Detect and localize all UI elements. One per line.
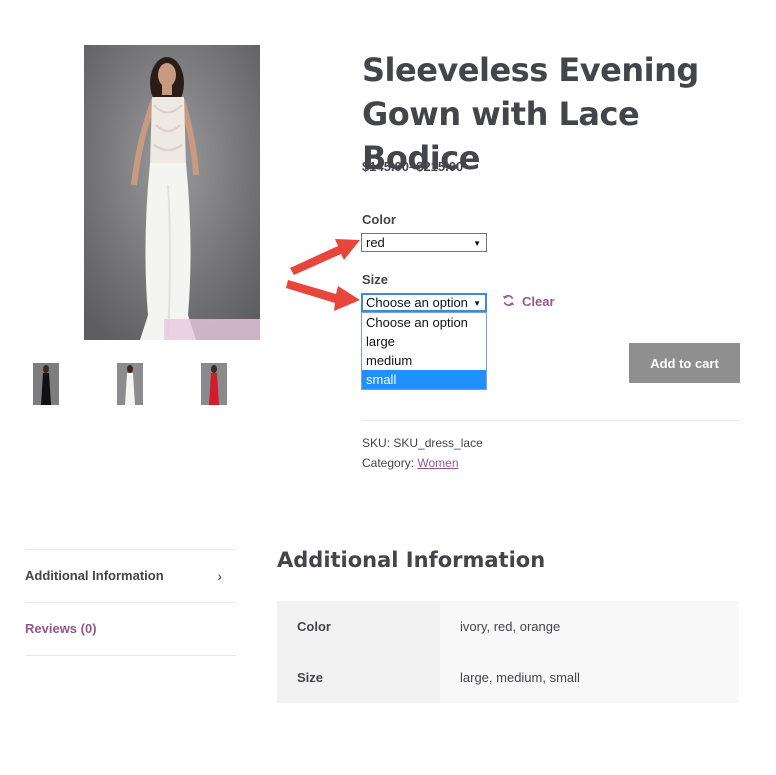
product-price: $145.00–$215.00 [362, 159, 464, 174]
size-option[interactable]: medium [362, 351, 486, 370]
section-title: Additional Information [277, 548, 546, 572]
category-link[interactable]: Women [417, 456, 458, 470]
chevron-right-icon: › [217, 568, 222, 584]
product-main-image[interactable] [84, 45, 260, 340]
size-select[interactable]: Choose an option ▼ [361, 293, 487, 312]
color-label: Color [362, 212, 396, 227]
size-options-list: Choose an option large medium small [361, 312, 487, 390]
refresh-icon [502, 294, 515, 309]
tab-additional-information[interactable]: Additional Information › [25, 568, 236, 584]
add-to-cart-button[interactable]: Add to cart [629, 343, 740, 383]
clear-label: Clear [522, 294, 555, 309]
divider [25, 655, 236, 656]
divider [25, 549, 236, 550]
size-select-value: Choose an option [366, 295, 468, 310]
size-option[interactable]: Choose an option [362, 313, 486, 332]
tab-reviews[interactable]: Reviews (0) [25, 621, 236, 636]
attribute-name: Size [277, 652, 440, 703]
size-option-highlighted[interactable]: small [362, 370, 486, 389]
table-row: Color ivory, red, orange [277, 601, 739, 652]
color-select[interactable]: red ▼ [361, 233, 487, 252]
attribute-name: Color [277, 601, 440, 652]
thumbnail-red-dress[interactable] [201, 363, 227, 405]
thumbnail-black-dress[interactable] [33, 363, 59, 405]
sku-value: SKU_dress_lace [393, 436, 483, 450]
attribute-value: large, medium, small [440, 652, 739, 703]
tab-label: Additional Information [25, 568, 164, 583]
category-label: Category: [362, 456, 415, 470]
thumbnail-white-dress[interactable] [117, 363, 143, 405]
attributes-table: Color ivory, red, orange Size large, med… [277, 601, 739, 703]
category-line: Category: Women [362, 456, 459, 470]
color-select-value: red [366, 235, 385, 250]
clear-selection-link[interactable]: Clear [502, 294, 555, 309]
table-row: Size large, medium, small [277, 652, 739, 703]
sku-line: SKU: SKU_dress_lace [362, 436, 483, 450]
sku-label: SKU: [362, 436, 391, 450]
chevron-down-icon: ▼ [473, 299, 481, 308]
attribute-value: ivory, red, orange [440, 601, 739, 652]
chevron-down-icon: ▼ [473, 239, 481, 248]
divider [362, 420, 740, 421]
divider [25, 602, 236, 603]
tab-label: Reviews (0) [25, 621, 97, 636]
annotation-arrows [286, 239, 360, 311]
size-option[interactable]: large [362, 332, 486, 351]
